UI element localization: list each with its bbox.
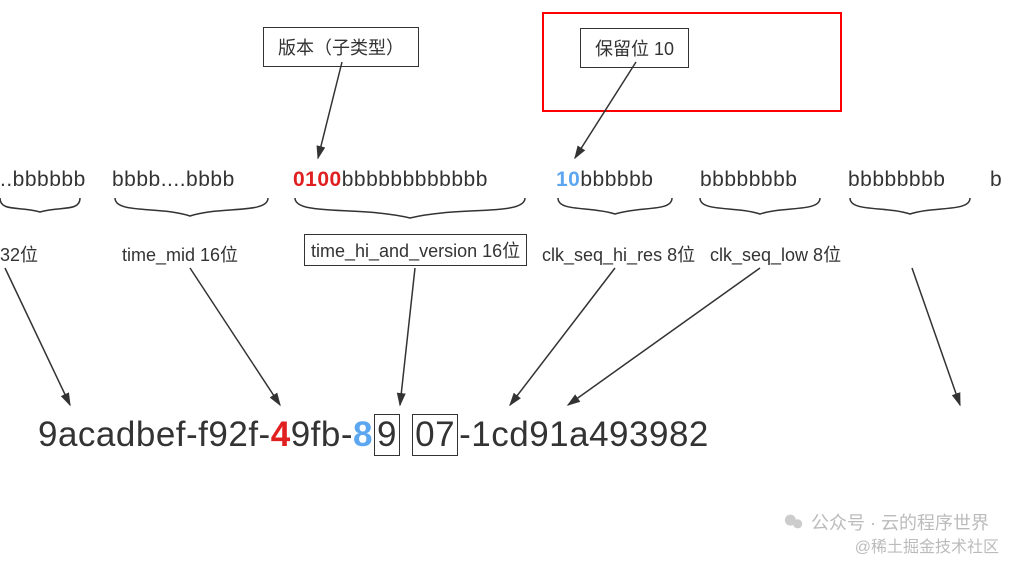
arrow-l6	[912, 268, 960, 405]
bits-seg4: 10bbbbbb	[556, 168, 653, 192]
reserved-label: 保留位 10	[595, 39, 674, 59]
reserved-annotation-box: 保留位 10	[580, 28, 689, 68]
watermark-1-text: 公众号 · 云的程序世界	[811, 509, 989, 535]
version-annotation-box: 版本（子类型）	[263, 27, 419, 67]
bits-seg7: b	[990, 168, 1002, 192]
bits-seg6: bbbbbbbb	[848, 168, 945, 192]
wechat-icon	[783, 511, 805, 533]
brace-6	[850, 198, 970, 214]
brace-1	[0, 198, 80, 212]
watermark-juejin: @稀土掘金技术社区	[855, 533, 999, 557]
brace-3	[295, 198, 525, 218]
diagram-svg	[0, 0, 1009, 563]
arrow-l1	[5, 268, 70, 405]
brace-4	[558, 198, 672, 214]
bits-seg4-reserved: 10	[556, 168, 580, 191]
arrow-l3	[400, 268, 415, 405]
bits-seg3-rest: bbbbbbbbbbbb	[342, 168, 488, 191]
uuid-p7: -1cd91a493982	[459, 415, 709, 454]
watermark-wechat: 公众号 · 云的程序世界	[783, 509, 989, 535]
arrow-version	[318, 62, 342, 158]
uuid-version-digit: 4	[271, 415, 291, 454]
bits-seg3-version: 0100	[293, 168, 342, 191]
uuid-p3: 9fb-	[291, 415, 353, 454]
version-label: 版本（子类型）	[278, 38, 404, 58]
label-2: time_mid 16位	[122, 241, 238, 267]
uuid-box1: 9	[374, 414, 400, 456]
label-3-box: time_hi_and_version 16位	[304, 234, 527, 266]
uuid-p1: 9acadbef-f92f-	[38, 415, 271, 454]
label-3: time_hi_and_version 16位	[311, 241, 520, 261]
uuid-box2: 07	[412, 414, 458, 456]
bits-seg1: ..bbbbbb	[0, 168, 86, 192]
brace-2	[115, 198, 268, 216]
uuid-display: 9acadbef-f92f-49fb-89 07-1cd91a493982	[38, 414, 709, 456]
arrow-l2	[190, 268, 280, 405]
brace-5	[700, 198, 820, 214]
arrow-l4	[510, 268, 615, 405]
label-1: 32位	[0, 241, 38, 267]
bits-seg4-rest: bbbbbb	[580, 168, 653, 191]
bits-seg2: bbbb....bbbb	[112, 168, 235, 192]
bits-seg3: 0100bbbbbbbbbbbb	[293, 168, 488, 192]
arrow-l5	[568, 268, 760, 405]
label-4: clk_seq_hi_res 8位	[542, 241, 695, 267]
bits-seg5: bbbbbbbb	[700, 168, 797, 192]
label-5: clk_seq_low 8位	[710, 241, 841, 267]
uuid-reserved-digit: 8	[353, 415, 373, 454]
